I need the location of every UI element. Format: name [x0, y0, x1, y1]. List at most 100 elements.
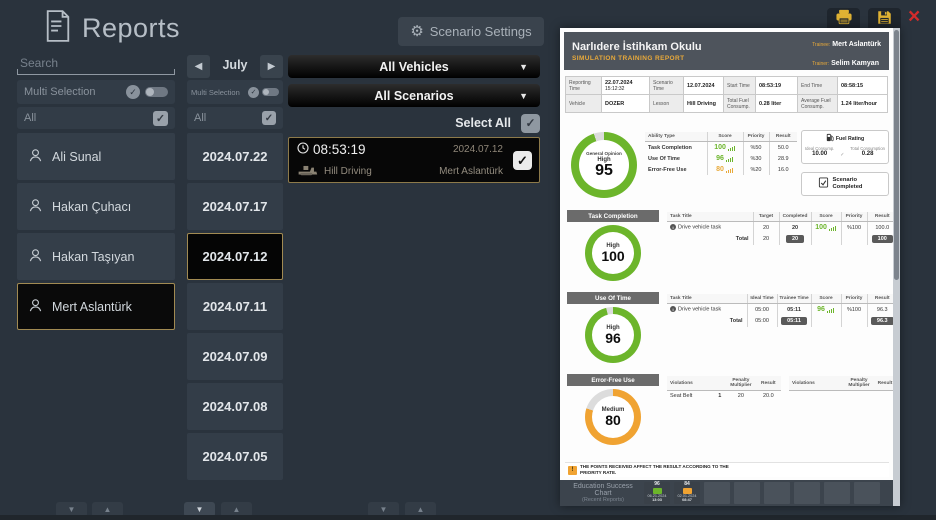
info-label: Lesson — [650, 95, 684, 113]
chart-title: Education Success Chart — [566, 483, 640, 497]
trainee-item[interactable]: Mert Aslantürk — [17, 283, 175, 330]
vehicles-dropdown[interactable]: All Vehicles ▼ — [288, 55, 540, 78]
entry-date: 2024.07.12 — [453, 144, 503, 155]
prev-month-button[interactable]: ◀ — [187, 55, 210, 78]
entry-trainee: Mert Aslantürk — [439, 166, 503, 177]
person-icon — [28, 148, 43, 166]
select-all-checkbox[interactable]: ✓ — [521, 114, 540, 133]
fuel-rating-box: Fuel Rating Ideal Consump.10.00 ✓ Total … — [801, 130, 889, 164]
fuel-rating-title: Fuel Rating — [836, 136, 864, 142]
task-completion-badge: Task Completion — [567, 210, 659, 222]
entry-lesson: Hill Driving — [324, 166, 372, 177]
person-icon — [28, 248, 43, 266]
reports-icon — [44, 10, 72, 47]
chart-slot-empty — [854, 482, 880, 504]
report-preview-panel: Narlıdere İstihkam Okulu SIMULATION TRAI… — [560, 28, 900, 506]
page-title: Reports — [82, 13, 180, 44]
search-field[interactable] — [17, 54, 175, 75]
info-value: 08:58:15 — [838, 77, 888, 95]
toggle-switch-icon[interactable] — [145, 87, 168, 97]
scenario-settings-label: Scenario Settings — [430, 24, 532, 39]
scenario-completed-box: Scenario Completed — [801, 172, 889, 196]
next-month-button[interactable]: ▶ — [260, 55, 283, 78]
info-value: Hill Driving — [684, 95, 724, 113]
date-item[interactable]: 2024.07.11 — [187, 283, 283, 330]
app-title: Reports — [44, 10, 180, 47]
vehicles-dropdown-value: All Vehicles — [379, 60, 448, 74]
task-completion-gauge: High 100 — [585, 225, 641, 281]
trainee-name: Hakan Taşıyan — [52, 250, 134, 264]
trainee-name: Mert Aslantürk — [832, 41, 881, 48]
check-circle-icon: ✓ — [248, 87, 259, 98]
time-table: Task TitleIdeal TimeTrainee TimeScorePri… — [667, 294, 897, 327]
clock-icon — [297, 142, 309, 157]
scenarios-dropdown-value: All Scenarios — [374, 89, 453, 103]
trainer-name: Selim Kamyan — [831, 60, 879, 67]
trainee-name: Mert Aslantürk — [52, 300, 132, 314]
all-trainees-checkbox[interactable]: ✓ — [153, 111, 168, 126]
scenario-completed-label: Scenario Completed — [833, 177, 873, 191]
bottom-edge — [0, 515, 936, 520]
task-table: Task TitleTargetCompletedScorePriorityRe… — [667, 212, 897, 245]
search-input[interactable] — [17, 54, 175, 74]
report-info-table: Reporting Time 22.07.202415:12:32 Scenar… — [565, 76, 888, 113]
person-icon — [28, 298, 43, 316]
all-dates-row[interactable]: All ✓ — [187, 107, 283, 129]
use-of-time-badge: Use Of Time — [567, 292, 659, 304]
warning-icon: ! — [568, 466, 577, 475]
date-item[interactable]: 2024.07.05 — [187, 433, 283, 480]
scenario-settings-button[interactable]: ⚙ Scenario Settings — [398, 17, 544, 46]
info-value: 0.28 liter — [756, 95, 798, 113]
chart-slot-empty — [794, 482, 820, 504]
chart-slot-empty — [734, 482, 760, 504]
dozer-icon — [297, 164, 318, 179]
chevron-down-icon: ▼ — [519, 62, 528, 72]
entry-checkbox[interactable]: ✓ — [513, 151, 532, 170]
report-footnote: ! THE POINTS RECEIVED AFFECT THE RESULT … — [565, 462, 889, 477]
use-of-time-gauge: High 96 — [585, 307, 641, 363]
check-circle-icon: ✓ — [126, 85, 140, 99]
scenario-completed-icon — [818, 175, 829, 193]
all-trainees-row[interactable]: All ✓ — [17, 107, 175, 129]
error-free-use-badge: Error-Free Use — [567, 374, 659, 386]
report-entry-card[interactable]: 08:53:19 2024.07.12 Hill Driving Mert As… — [288, 137, 540, 183]
select-all-label: Select All — [455, 116, 511, 130]
chart-slot: 8402.01.202408:47 — [674, 482, 700, 504]
education-success-chart: Education Success Chart (Recent Reports)… — [560, 480, 900, 506]
date-item[interactable]: 2024.07.08 — [187, 383, 283, 430]
report-scrollbar[interactable] — [893, 28, 900, 506]
date-item[interactable]: 2024.07.09 — [187, 333, 283, 380]
error-free-use-gauge: Medium 80 — [585, 389, 641, 445]
chart-slot-empty — [704, 482, 730, 504]
report-header: Narlıdere İstihkam Okulu SIMULATION TRAI… — [564, 32, 889, 70]
select-all-row: Select All ✓ — [288, 111, 540, 135]
chevron-down-icon: ▼ — [519, 91, 528, 101]
printer-icon — [835, 9, 853, 30]
chart-slot-empty — [824, 482, 850, 504]
date-item[interactable]: 2024.07.22 — [187, 133, 283, 180]
multi-selection-toggle-trainees[interactable]: Multi Selection ✓ — [17, 80, 175, 104]
ability-table: Ability TypeScorePriorityResultTask Comp… — [645, 132, 797, 175]
trainee-item[interactable]: Hakan Çuhacı — [17, 183, 175, 230]
toggle-switch-icon[interactable] — [262, 88, 279, 96]
entry-time: 08:53:19 — [313, 142, 366, 157]
date-item[interactable]: 2024.07.17 — [187, 183, 283, 230]
person-icon — [28, 198, 43, 216]
trainee-label: Trainee: — [812, 42, 830, 48]
multi-selection-label: Multi Selection — [191, 88, 245, 97]
violations-table-right: ViolationsPenalty MultiplierResult — [789, 376, 897, 401]
trainer-label: Trainer: — [812, 61, 829, 67]
trainee-item[interactable]: Hakan Taşıyan — [17, 233, 175, 280]
all-dates-checkbox[interactable]: ✓ — [262, 111, 276, 125]
fuel-pump-icon — [826, 133, 834, 144]
use-of-time-section: Use Of Time High 96 Task TitleIdeal Time… — [565, 292, 889, 368]
close-icon[interactable]: × — [908, 6, 920, 27]
date-item[interactable]: 2024.07.12 — [187, 233, 283, 280]
info-label: End Time — [798, 77, 838, 95]
chart-slot: 9606.21.202413:03 — [644, 482, 670, 504]
multi-selection-toggle-dates[interactable]: Multi Selection ✓ — [187, 80, 283, 104]
info-label: Vehicle — [566, 95, 602, 113]
trainee-item[interactable]: Ali Sunal — [17, 133, 175, 180]
task-completion-section: Task Completion High 100 Task TitleTarge… — [565, 210, 889, 286]
scenarios-dropdown[interactable]: All Scenarios ▼ — [288, 84, 540, 107]
